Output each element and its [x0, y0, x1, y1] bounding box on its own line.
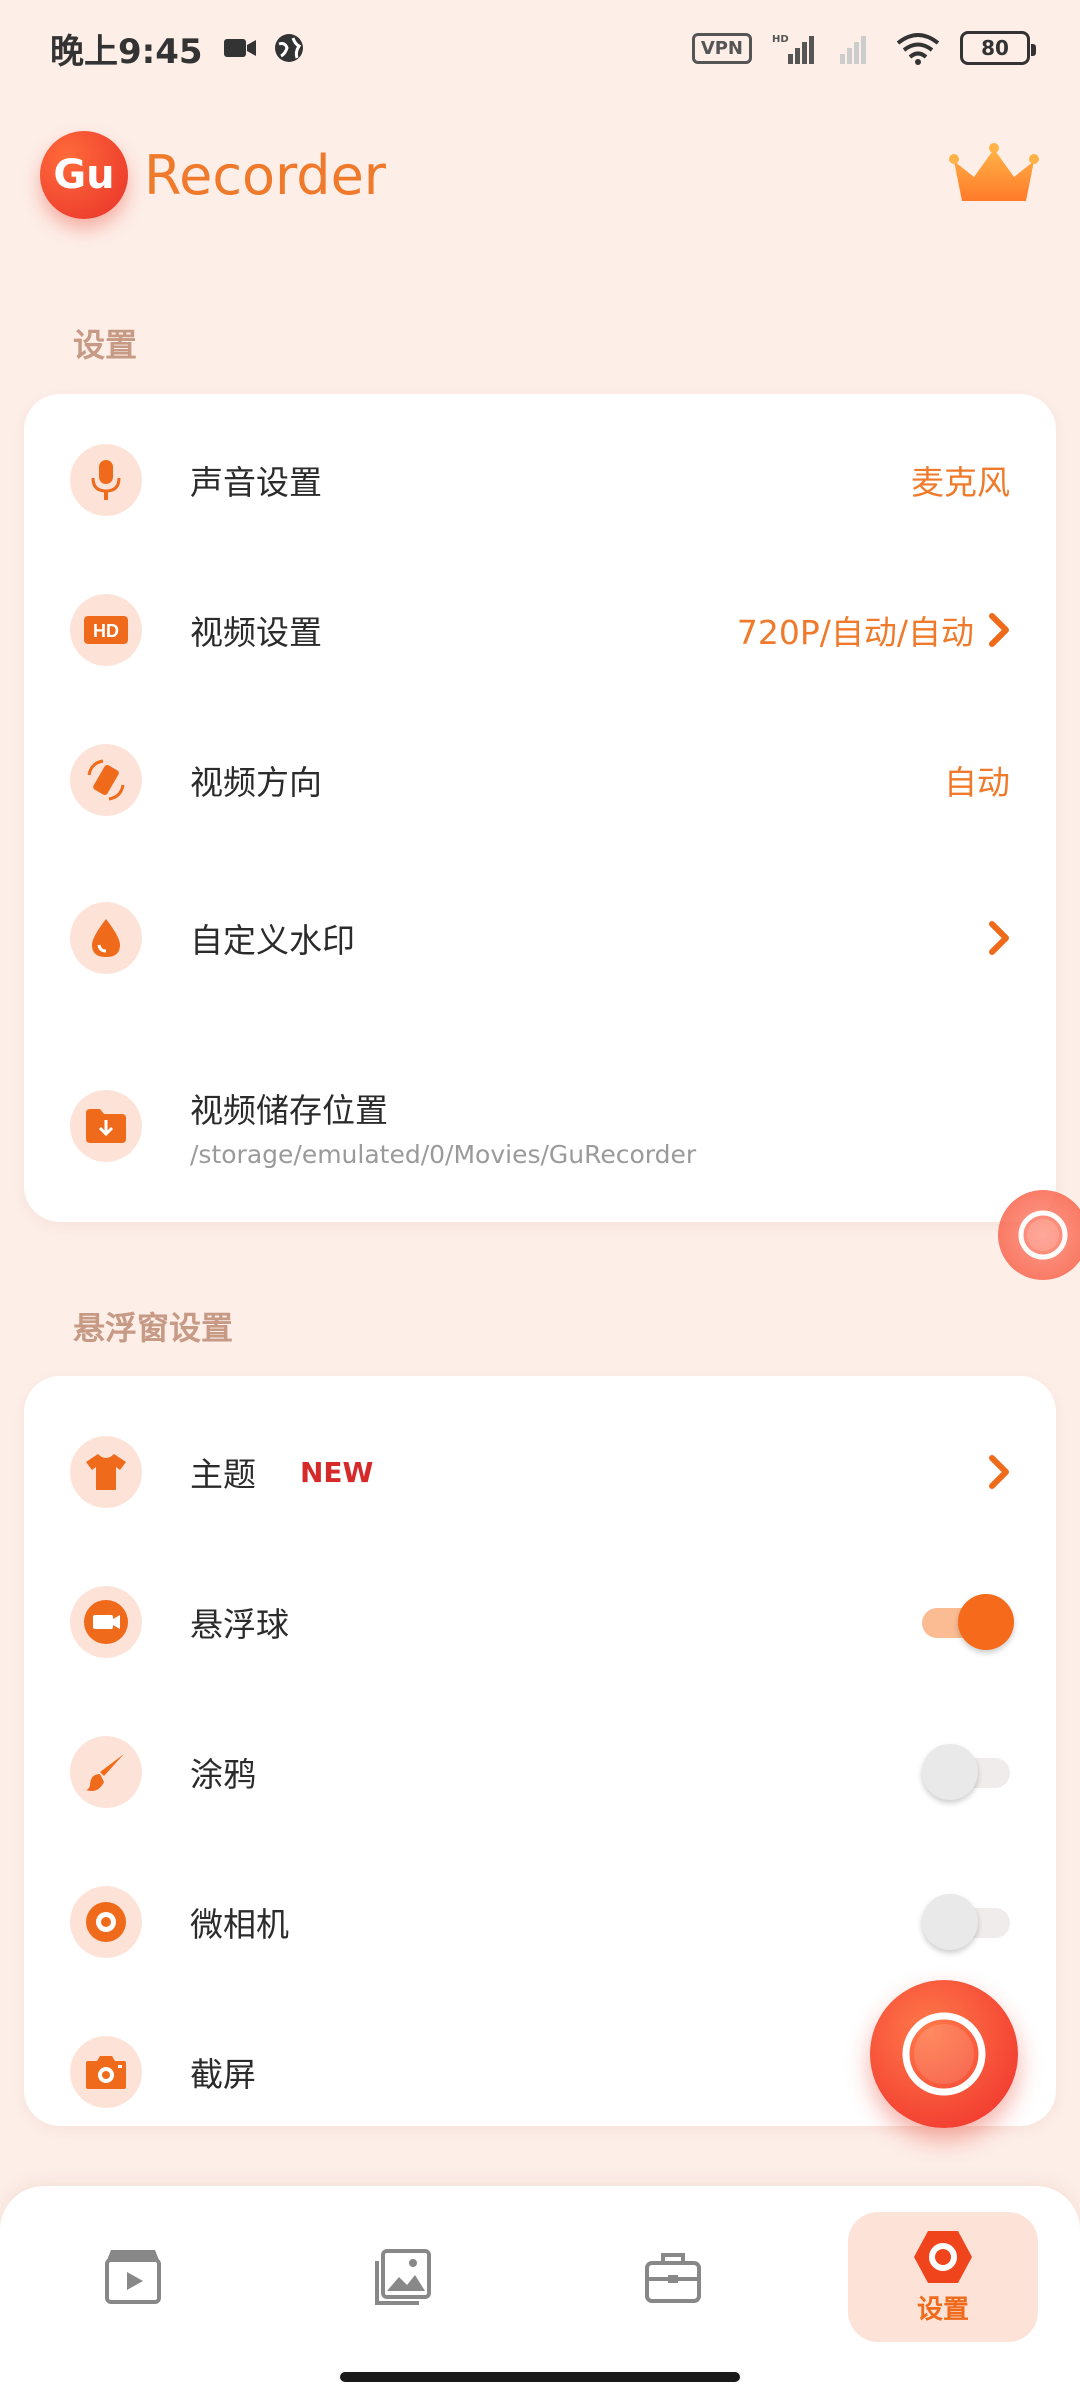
video-orientation-value: 自动	[944, 763, 1010, 802]
audio-settings-value: 麦克风	[911, 463, 1010, 502]
svg-text:HD: HD	[93, 621, 119, 641]
crown-icon[interactable]	[948, 143, 1040, 207]
storage-location-label: 视频储存位置	[190, 1090, 388, 1130]
nav-settings-label: 设置	[916, 2294, 969, 2325]
signal-icon: HD	[772, 34, 814, 64]
video-orientation-label: 视频方向	[190, 763, 322, 802]
nav-settings[interactable]: 设置	[848, 2212, 1038, 2342]
battery-indicator: 80	[960, 31, 1036, 65]
floating-record-bubble[interactable]	[998, 1190, 1080, 1280]
globe-icon	[274, 34, 303, 62]
video-settings-value: 720P/自动/自动	[736, 613, 974, 652]
video-recording-icon	[223, 39, 256, 57]
record-button[interactable]	[870, 1980, 1018, 2128]
settings-hex-icon	[914, 2230, 972, 2283]
wifi-icon	[896, 33, 940, 65]
section-title-settings: 设置	[73, 326, 138, 364]
doodle-label: 涂鸦	[190, 1755, 256, 1794]
row-floating-ball: 悬浮球	[24, 1570, 1056, 1674]
new-badge: NEW	[300, 1455, 374, 1489]
floating-ball-toggle[interactable]	[922, 1594, 1014, 1650]
camera-icon	[70, 2036, 142, 2108]
row-audio-settings[interactable]: 声音设置 麦克风	[24, 428, 1056, 532]
status-bar: 晚上9:45 VPN HD 80	[0, 0, 1080, 96]
screenshot-label: 截屏	[190, 2055, 256, 2094]
custom-watermark-label: 自定义水印	[190, 921, 355, 960]
nav-videos[interactable]	[38, 2212, 228, 2342]
video-settings-label: 视频设置	[190, 613, 322, 652]
floating-ball-label: 悬浮球	[190, 1605, 289, 1644]
nav-tools[interactable]	[578, 2212, 768, 2342]
nav-images[interactable]	[308, 2212, 498, 2342]
settings-card: 声音设置 麦克风 HD 视频设置 720P/自动/自动 视频方向 自动 自定义水…	[24, 394, 1056, 1222]
hd-icon: HD	[70, 594, 142, 666]
app-title: Recorder	[144, 143, 386, 207]
micro-camera-toggle[interactable]	[922, 1894, 1010, 1950]
water-drop-icon	[70, 902, 142, 974]
row-video-orientation[interactable]: 视频方向 自动	[24, 728, 1056, 832]
micro-camera-label: 微相机	[190, 1905, 289, 1944]
doodle-toggle[interactable]	[922, 1744, 1010, 1800]
rotate-icon	[70, 744, 142, 816]
row-storage-location[interactable]: 视频储存位置 /storage/emulated/0/Movies/GuReco…	[24, 1064, 1056, 1188]
video-camera-icon	[70, 1586, 142, 1658]
film-icon	[105, 2250, 161, 2304]
gallery-icon	[375, 2249, 431, 2305]
chevron-right-icon	[989, 613, 1009, 647]
row-video-settings[interactable]: HD 视频设置 720P/自动/自动	[24, 578, 1056, 682]
row-theme[interactable]: 主题 NEW	[24, 1420, 1056, 1524]
signal-weak-icon	[840, 36, 866, 64]
camera-lens-icon	[70, 1886, 142, 1958]
storage-path: /storage/emulated/0/Movies/GuRecorder	[190, 1139, 697, 1169]
row-micro-camera: 微相机	[24, 1870, 1056, 1974]
brush-icon	[70, 1736, 142, 1808]
vpn-indicator: VPN	[691, 32, 752, 64]
status-time: 晚上9:45	[50, 31, 203, 72]
microphone-icon	[70, 444, 142, 516]
section-title-floating: 悬浮窗设置	[73, 1309, 234, 1347]
theme-label: 主题	[190, 1455, 256, 1494]
audio-settings-label: 声音设置	[190, 463, 322, 502]
row-custom-watermark[interactable]: 自定义水印	[24, 886, 1056, 990]
chevron-right-icon	[989, 1455, 1009, 1489]
bottom-nav: 设置	[0, 2186, 1080, 2400]
row-doodle: 涂鸦	[24, 1720, 1056, 1824]
folder-download-icon	[70, 1090, 142, 1162]
svg-text:HD: HD	[772, 34, 789, 45]
tshirt-icon	[70, 1436, 142, 1508]
toolbox-icon	[645, 2253, 701, 2303]
chevron-right-icon	[989, 921, 1009, 955]
app-logo: Gu	[40, 131, 128, 219]
home-indicator[interactable]	[340, 2372, 740, 2382]
app-header: Gu Recorder	[40, 120, 1040, 230]
